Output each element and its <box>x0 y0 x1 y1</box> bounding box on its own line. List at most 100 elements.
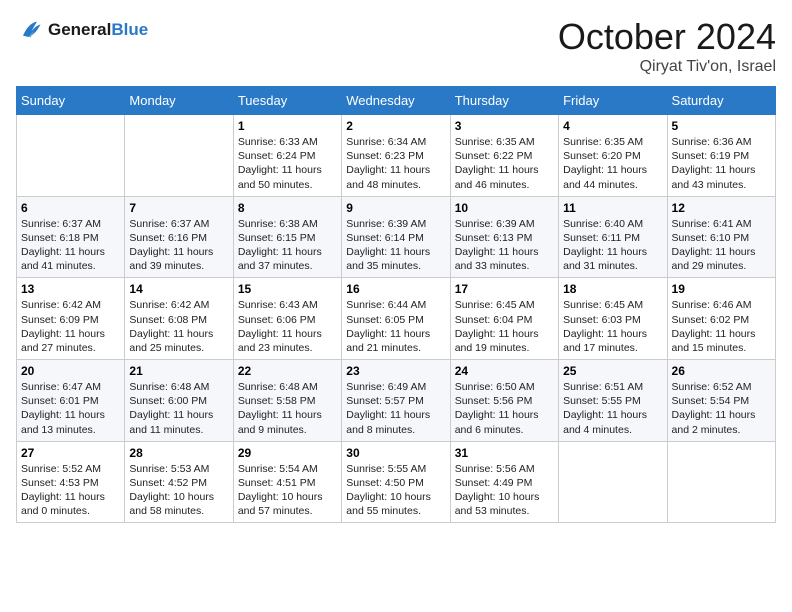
calendar-cell <box>17 115 125 197</box>
day-number: 4 <box>563 119 662 133</box>
day-number: 18 <box>563 282 662 296</box>
day-number: 3 <box>455 119 554 133</box>
day-number: 10 <box>455 201 554 215</box>
calendar-cell <box>125 115 233 197</box>
day-info: Sunrise: 6:39 AM Sunset: 6:13 PM Dayligh… <box>455 217 554 274</box>
calendar-cell: 7 Sunrise: 6:37 AM Sunset: 6:16 PM Daylig… <box>125 196 233 278</box>
day-number: 5 <box>672 119 771 133</box>
day-info: Sunrise: 6:45 AM Sunset: 6:04 PM Dayligh… <box>455 298 554 355</box>
calendar-cell: 14 Sunrise: 6:42 AM Sunset: 6:08 PM Dayli… <box>125 278 233 360</box>
day-number: 6 <box>21 201 120 215</box>
month-title: October 2024 <box>558 16 776 58</box>
day-number: 28 <box>129 446 228 460</box>
day-number: 8 <box>238 201 337 215</box>
calendar-header-row: SundayMondayTuesdayWednesdayThursdayFrid… <box>17 87 776 115</box>
day-number: 17 <box>455 282 554 296</box>
day-info: Sunrise: 6:48 AM Sunset: 5:58 PM Dayligh… <box>238 380 337 437</box>
day-info: Sunrise: 6:34 AM Sunset: 6:23 PM Dayligh… <box>346 135 445 192</box>
day-number: 30 <box>346 446 445 460</box>
day-info: Sunrise: 6:51 AM Sunset: 5:55 PM Dayligh… <box>563 380 662 437</box>
calendar-cell: 12 Sunrise: 6:41 AM Sunset: 6:10 PM Dayli… <box>667 196 775 278</box>
day-info: Sunrise: 6:41 AM Sunset: 6:10 PM Dayligh… <box>672 217 771 274</box>
logo-text: GeneralBlue <box>48 20 148 40</box>
day-number: 24 <box>455 364 554 378</box>
week-row-2: 13Sunrise: 6:42 AM Sunset: 6:09 PM Dayli… <box>17 278 776 360</box>
calendar-cell: 24 Sunrise: 6:50 AM Sunset: 5:56 PM Dayli… <box>450 360 558 442</box>
day-number: 22 <box>238 364 337 378</box>
calendar-cell: 16Sunrise: 6:44 AM Sunset: 6:05 PM Dayli… <box>342 278 450 360</box>
day-number: 29 <box>238 446 337 460</box>
day-info: Sunrise: 6:38 AM Sunset: 6:15 PM Dayligh… <box>238 217 337 274</box>
calendar-cell: 3 Sunrise: 6:35 AM Sunset: 6:22 PM Daylig… <box>450 115 558 197</box>
calendar-cell: 22 Sunrise: 6:48 AM Sunset: 5:58 PM Dayli… <box>233 360 341 442</box>
col-header-tuesday: Tuesday <box>233 87 341 115</box>
day-info: Sunrise: 6:35 AM Sunset: 6:20 PM Dayligh… <box>563 135 662 192</box>
day-number: 13 <box>21 282 120 296</box>
calendar-cell: 15 Sunrise: 6:43 AM Sunset: 6:06 PM Dayli… <box>233 278 341 360</box>
day-number: 11 <box>563 201 662 215</box>
day-info: Sunrise: 6:39 AM Sunset: 6:14 PM Dayligh… <box>346 217 445 274</box>
calendar-cell: 25 Sunrise: 6:51 AM Sunset: 5:55 PM Dayli… <box>559 360 667 442</box>
calendar-cell: 9 Sunrise: 6:39 AM Sunset: 6:14 PM Daylig… <box>342 196 450 278</box>
day-info: Sunrise: 5:55 AM Sunset: 4:50 PM Dayligh… <box>346 462 445 519</box>
week-row-4: 27 Sunrise: 5:52 AM Sunset: 4:53 PM Dayli… <box>17 441 776 523</box>
calendar-cell: 17 Sunrise: 6:45 AM Sunset: 6:04 PM Dayli… <box>450 278 558 360</box>
calendar-cell <box>559 441 667 523</box>
day-number: 25 <box>563 364 662 378</box>
calendar-cell: 26Sunrise: 6:52 AM Sunset: 5:54 PM Dayli… <box>667 360 775 442</box>
calendar-cell: 6Sunrise: 6:37 AM Sunset: 6:18 PM Daylig… <box>17 196 125 278</box>
day-info: Sunrise: 6:45 AM Sunset: 6:03 PM Dayligh… <box>563 298 662 355</box>
calendar-cell: 29 Sunrise: 5:54 AM Sunset: 4:51 PM Dayli… <box>233 441 341 523</box>
day-number: 15 <box>238 282 337 296</box>
col-header-monday: Monday <box>125 87 233 115</box>
col-header-wednesday: Wednesday <box>342 87 450 115</box>
col-header-thursday: Thursday <box>450 87 558 115</box>
calendar-cell: 4 Sunrise: 6:35 AM Sunset: 6:20 PM Daylig… <box>559 115 667 197</box>
page-header: GeneralBlue October 2024 Qiryat Tiv'on, … <box>16 16 776 76</box>
calendar-cell: 2Sunrise: 6:34 AM Sunset: 6:23 PM Daylig… <box>342 115 450 197</box>
week-row-1: 6Sunrise: 6:37 AM Sunset: 6:18 PM Daylig… <box>17 196 776 278</box>
calendar-cell: 31Sunrise: 5:56 AM Sunset: 4:49 PM Dayli… <box>450 441 558 523</box>
calendar-cell: 18 Sunrise: 6:45 AM Sunset: 6:03 PM Dayli… <box>559 278 667 360</box>
calendar-cell: 11Sunrise: 6:40 AM Sunset: 6:11 PM Dayli… <box>559 196 667 278</box>
calendar-cell: 13Sunrise: 6:42 AM Sunset: 6:09 PM Dayli… <box>17 278 125 360</box>
logo: GeneralBlue <box>16 16 148 44</box>
day-info: Sunrise: 5:54 AM Sunset: 4:51 PM Dayligh… <box>238 462 337 519</box>
day-number: 16 <box>346 282 445 296</box>
calendar-cell: 20Sunrise: 6:47 AM Sunset: 6:01 PM Dayli… <box>17 360 125 442</box>
day-info: Sunrise: 6:48 AM Sunset: 6:00 PM Dayligh… <box>129 380 228 437</box>
day-number: 12 <box>672 201 771 215</box>
day-info: Sunrise: 6:43 AM Sunset: 6:06 PM Dayligh… <box>238 298 337 355</box>
calendar-cell: 21 Sunrise: 6:48 AM Sunset: 6:00 PM Dayli… <box>125 360 233 442</box>
day-info: Sunrise: 6:33 AM Sunset: 6:24 PM Dayligh… <box>238 135 337 192</box>
calendar-cell: 8 Sunrise: 6:38 AM Sunset: 6:15 PM Daylig… <box>233 196 341 278</box>
day-number: 9 <box>346 201 445 215</box>
day-info: Sunrise: 5:52 AM Sunset: 4:53 PM Dayligh… <box>21 462 120 519</box>
col-header-saturday: Saturday <box>667 87 775 115</box>
calendar-table: SundayMondayTuesdayWednesdayThursdayFrid… <box>16 86 776 523</box>
week-row-3: 20Sunrise: 6:47 AM Sunset: 6:01 PM Dayli… <box>17 360 776 442</box>
day-number: 27 <box>21 446 120 460</box>
calendar-cell: 23Sunrise: 6:49 AM Sunset: 5:57 PM Dayli… <box>342 360 450 442</box>
day-number: 20 <box>21 364 120 378</box>
day-info: Sunrise: 6:46 AM Sunset: 6:02 PM Dayligh… <box>672 298 771 355</box>
day-info: Sunrise: 6:50 AM Sunset: 5:56 PM Dayligh… <box>455 380 554 437</box>
day-info: Sunrise: 6:35 AM Sunset: 6:22 PM Dayligh… <box>455 135 554 192</box>
calendar-cell: 5Sunrise: 6:36 AM Sunset: 6:19 PM Daylig… <box>667 115 775 197</box>
day-info: Sunrise: 6:37 AM Sunset: 6:16 PM Dayligh… <box>129 217 228 274</box>
location: Qiryat Tiv'on, Israel <box>558 58 776 76</box>
calendar-cell: 1Sunrise: 6:33 AM Sunset: 6:24 PM Daylig… <box>233 115 341 197</box>
day-number: 14 <box>129 282 228 296</box>
col-header-sunday: Sunday <box>17 87 125 115</box>
week-row-0: 1Sunrise: 6:33 AM Sunset: 6:24 PM Daylig… <box>17 115 776 197</box>
calendar-cell: 10 Sunrise: 6:39 AM Sunset: 6:13 PM Dayli… <box>450 196 558 278</box>
calendar-cell: 28Sunrise: 5:53 AM Sunset: 4:52 PM Dayli… <box>125 441 233 523</box>
logo-bird-icon <box>16 16 44 44</box>
day-info: Sunrise: 6:42 AM Sunset: 6:08 PM Dayligh… <box>129 298 228 355</box>
calendar-cell: 30 Sunrise: 5:55 AM Sunset: 4:50 PM Dayli… <box>342 441 450 523</box>
day-number: 21 <box>129 364 228 378</box>
day-info: Sunrise: 5:56 AM Sunset: 4:49 PM Dayligh… <box>455 462 554 519</box>
day-info: Sunrise: 6:49 AM Sunset: 5:57 PM Dayligh… <box>346 380 445 437</box>
day-number: 7 <box>129 201 228 215</box>
calendar-cell: 27 Sunrise: 5:52 AM Sunset: 4:53 PM Dayli… <box>17 441 125 523</box>
